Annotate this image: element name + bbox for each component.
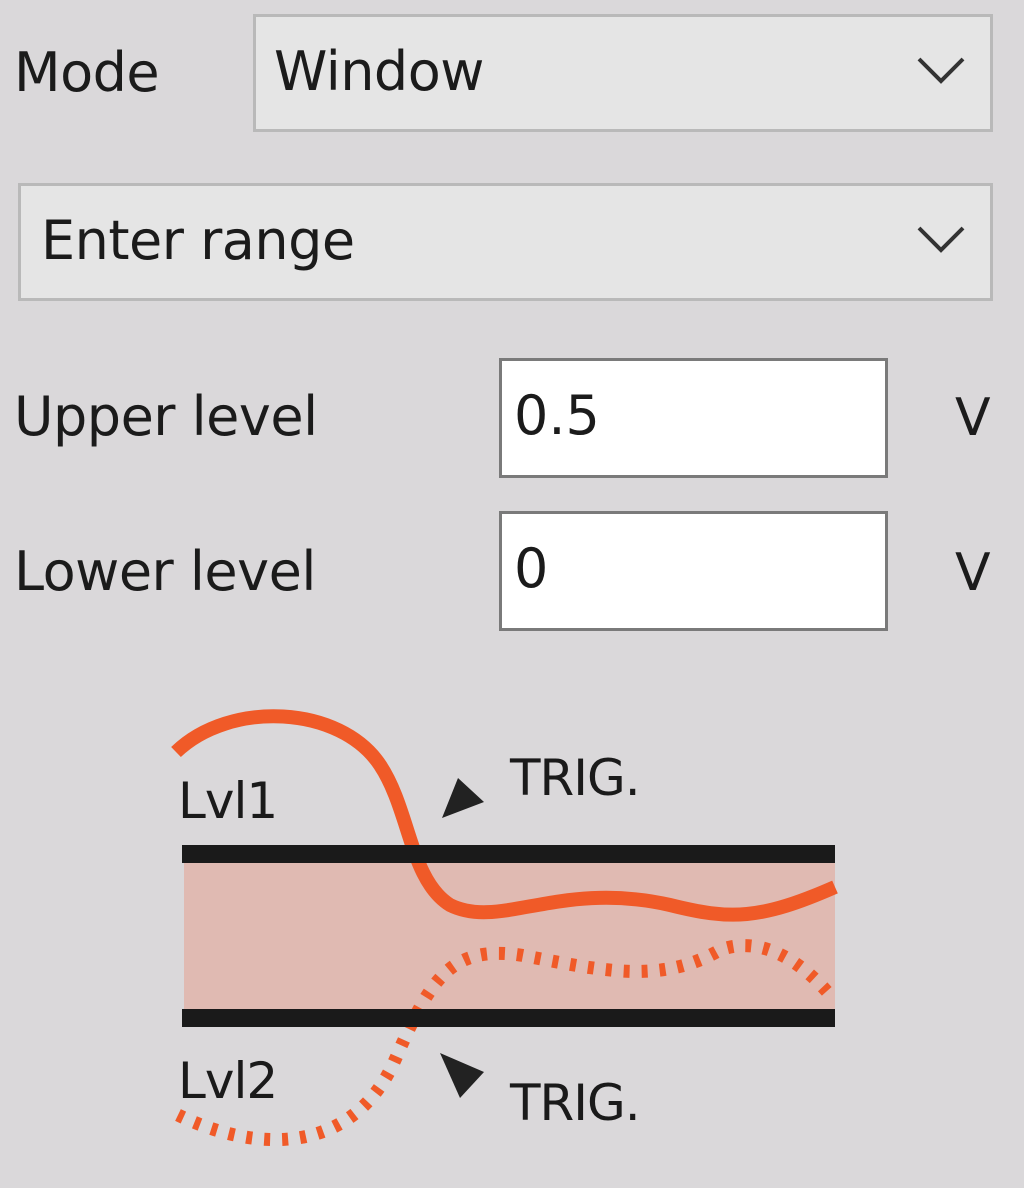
window-trigger-diagram: Lvl1 Lvl2 TRIG. TRIG. [171, 709, 838, 1146]
window-band [184, 862, 835, 1010]
lower-level-line [182, 1009, 835, 1027]
trig-bottom-label: TRIG. [509, 1074, 640, 1132]
lvl2-label: Lvl2 [178, 1052, 277, 1110]
trigger-arrow-top-icon [442, 778, 484, 818]
lvl1-label: Lvl1 [178, 772, 277, 830]
upper-level-line [182, 845, 835, 863]
trigger-arrow-bottom-icon [440, 1053, 484, 1098]
trig-top-label: TRIG. [509, 749, 640, 807]
